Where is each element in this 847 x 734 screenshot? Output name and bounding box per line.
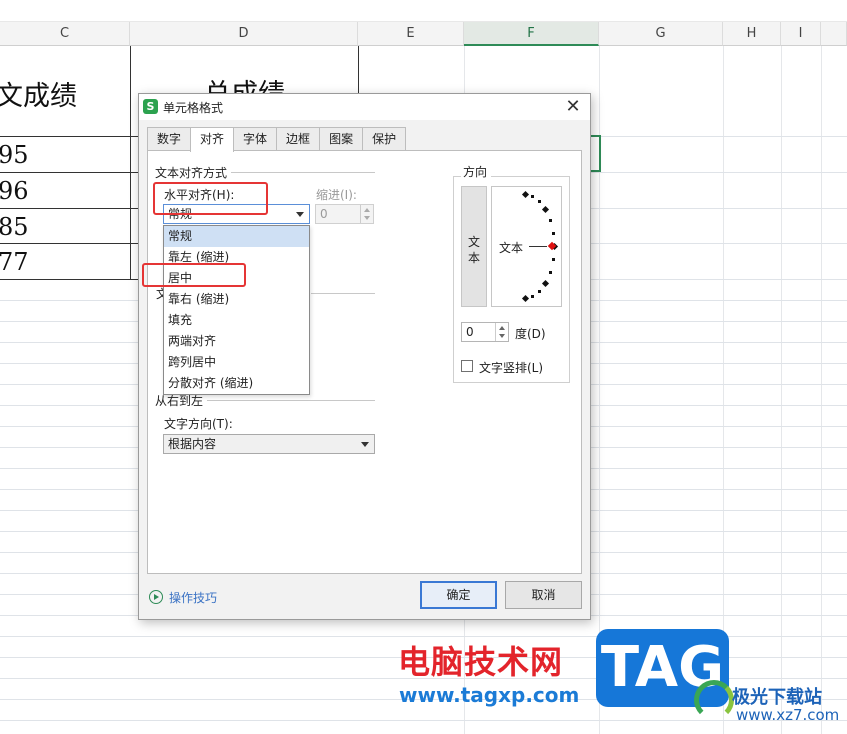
vertical-text-button[interactable]: 文 本 xyxy=(461,186,487,307)
dial-tick xyxy=(548,271,552,274)
dial-tick xyxy=(538,290,542,294)
column-header-h[interactable]: H xyxy=(723,22,781,46)
vertical-text-char: 文 xyxy=(468,235,481,249)
gridline xyxy=(821,46,822,734)
ok-button[interactable]: 确定 xyxy=(420,581,497,609)
dial-tick xyxy=(551,258,555,262)
chevron-down-icon xyxy=(361,442,369,447)
close-icon[interactable]: ✕ xyxy=(562,96,584,118)
degree-label: 度(D) xyxy=(515,327,546,341)
gridline xyxy=(0,720,847,721)
tips-link[interactable]: 操作技巧 xyxy=(169,589,217,606)
toolbar-strip xyxy=(0,0,847,22)
column-header-g[interactable]: G xyxy=(599,22,723,46)
chevron-down-icon xyxy=(296,212,304,217)
stepper-buttons[interactable] xyxy=(360,205,373,223)
cancel-button[interactable]: 取消 xyxy=(505,581,582,609)
horizontal-align-dropdown-list: 常规 靠左 (缩进) 居中 靠右 (缩进) 填充 两端对齐 跨列居中 分散对齐 … xyxy=(163,225,310,395)
vertical-stack-checkbox[interactable] xyxy=(461,360,473,372)
indent-label: 缩进(I): xyxy=(316,188,357,202)
indent-value: 0 xyxy=(320,207,328,221)
cell-value[interactable]: 85 xyxy=(0,213,29,241)
wps-app-icon: S xyxy=(143,99,158,114)
dial-tick xyxy=(548,219,552,222)
gridline xyxy=(781,46,782,734)
dropdown-option[interactable]: 靠右 (缩进) xyxy=(164,289,309,310)
annotation-highlight-center-option xyxy=(142,263,246,287)
dropdown-option[interactable]: 跨列居中 xyxy=(164,352,309,373)
text-direction-select[interactable]: 根据内容 xyxy=(163,434,375,454)
vertical-text-char: 本 xyxy=(468,251,481,265)
dropdown-option[interactable]: 常规 xyxy=(164,226,309,247)
table-border xyxy=(130,46,131,280)
cell-value[interactable]: 96 xyxy=(0,177,29,205)
dial-tick xyxy=(538,199,542,203)
cell-value[interactable]: 77 xyxy=(0,248,29,276)
watermark-site-url: www.tagxp.com xyxy=(399,683,580,707)
column-header-d[interactable]: D xyxy=(130,22,358,46)
indent-stepper[interactable]: 0 xyxy=(315,204,374,224)
column-header-blank xyxy=(821,22,847,46)
dial-tick xyxy=(551,231,555,235)
text-alignment-group-title: 文本对齐方式 xyxy=(155,164,232,181)
group-divider xyxy=(311,293,375,294)
vertical-stack-label: 文字竖排(L) xyxy=(479,361,544,375)
dial-needle xyxy=(529,246,547,247)
dialog-title: 单元格格式 xyxy=(163,101,224,115)
spin-down-icon[interactable] xyxy=(499,334,505,338)
dropdown-option[interactable]: 分散对齐 (缩进) xyxy=(164,373,309,394)
spin-up-icon[interactable] xyxy=(499,326,505,330)
play-circle-icon[interactable] xyxy=(149,590,163,604)
watermark-site2-url: www.xz7.com xyxy=(736,706,840,724)
tab-alignment[interactable]: 对齐 xyxy=(190,127,235,152)
dial-text: 文本 xyxy=(499,241,524,255)
dial-tick xyxy=(531,295,535,299)
spin-up-icon[interactable] xyxy=(364,208,370,212)
column-header-e[interactable]: E xyxy=(358,22,464,46)
orientation-group-title: 方向 xyxy=(461,163,492,180)
dropdown-option[interactable]: 填充 xyxy=(164,310,309,331)
column-header-i[interactable]: I xyxy=(781,22,821,46)
annotation-highlight-horizontal-align xyxy=(153,182,268,215)
tab-number[interactable]: 数字 xyxy=(147,127,192,151)
dropdown-option[interactable]: 两端对齐 xyxy=(164,331,309,352)
degree-value: 0 xyxy=(466,325,474,339)
cell-value[interactable]: 95 xyxy=(0,141,29,169)
text-direction-value: 根据内容 xyxy=(168,437,217,451)
dial-tick xyxy=(531,194,535,198)
degree-stepper[interactable]: 0 xyxy=(461,322,509,342)
column-header-c[interactable]: C xyxy=(0,22,130,46)
text-direction-label: 文字方向(T): xyxy=(164,417,233,431)
tab-protection[interactable]: 保护 xyxy=(362,127,407,151)
cell-c-header[interactable]: 文成绩 xyxy=(0,74,77,113)
column-header-f[interactable]: F xyxy=(464,22,599,46)
tab-font[interactable]: 字体 xyxy=(233,127,278,151)
watermark-site-name: 电脑技术网 xyxy=(398,643,564,681)
spin-down-icon[interactable] xyxy=(364,216,370,220)
tab-strip: 数字 对齐 字体 边框 图案 保护 xyxy=(147,127,407,152)
tab-border[interactable]: 边框 xyxy=(276,127,321,151)
watermark-aurora-logo-icon xyxy=(694,680,734,720)
dialog-titlebar[interactable]: S 单元格格式 ✕ xyxy=(139,94,590,120)
tab-pattern[interactable]: 图案 xyxy=(319,127,364,151)
stepper-buttons[interactable] xyxy=(495,323,508,341)
